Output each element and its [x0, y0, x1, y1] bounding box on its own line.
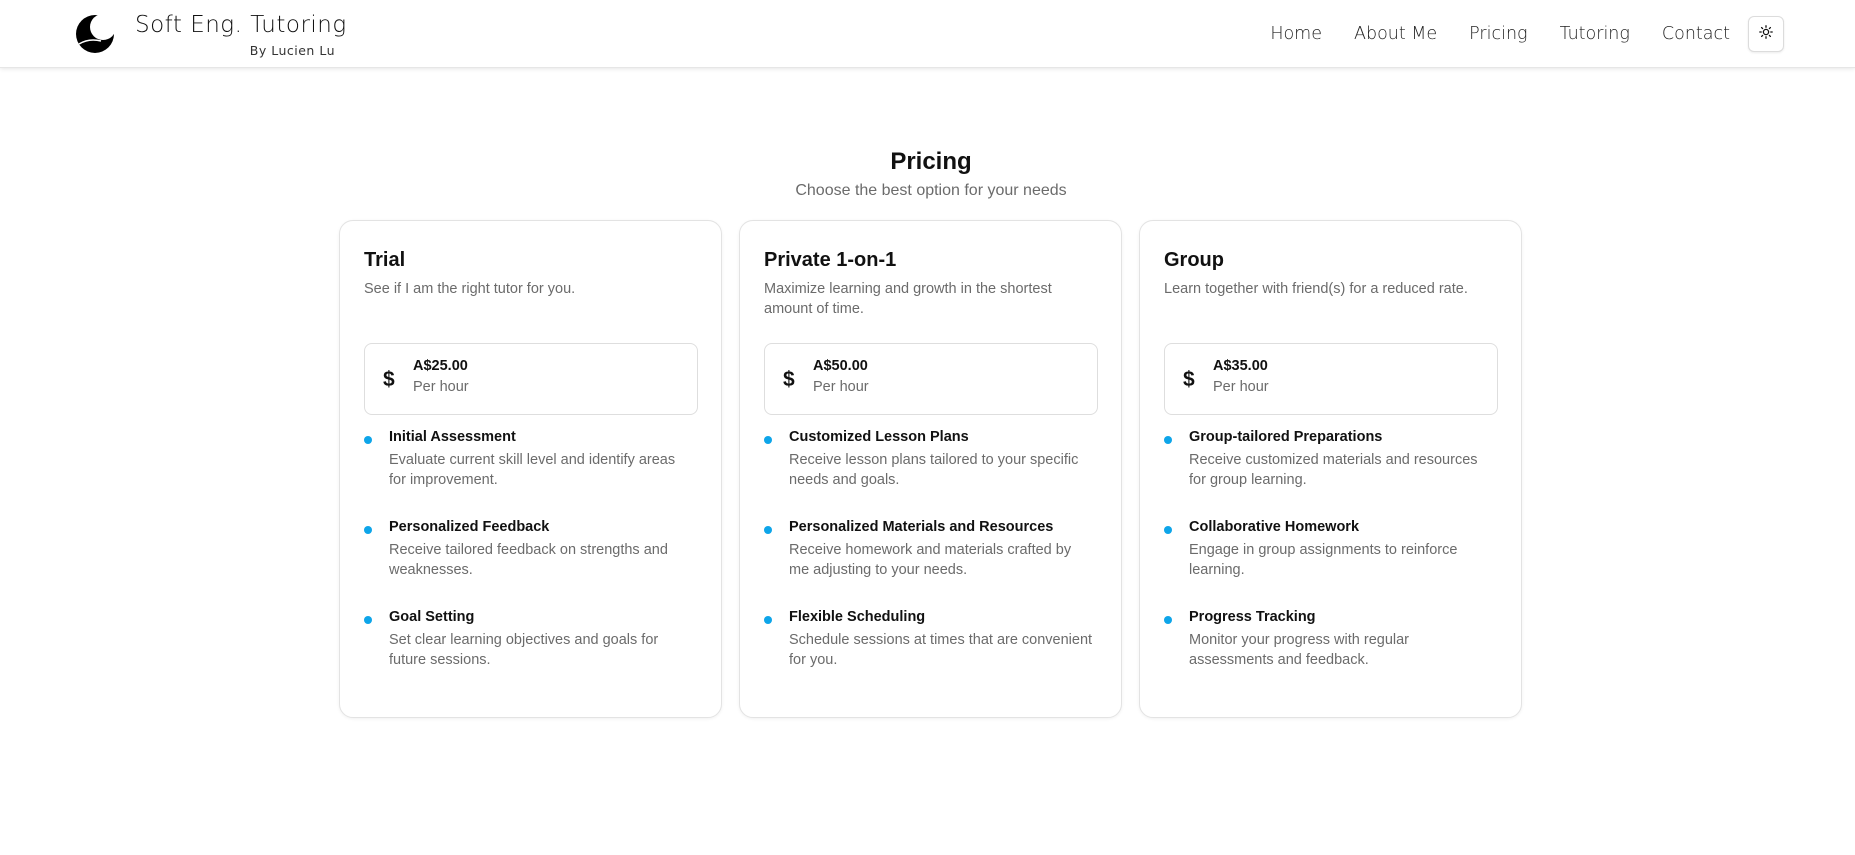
price-amount: A$25.00 [413, 358, 468, 374]
feature-description: Engage in group assignments to reinforce… [1189, 542, 1458, 578]
pricing-subheading: Choose the best option for your needs [795, 182, 1067, 199]
pricing-heading: Pricing [890, 148, 972, 175]
dollar-icon: $ [783, 368, 795, 391]
feature-item: Group-tailored Preparations Receive cust… [1164, 429, 1500, 499]
sun-icon [1759, 24, 1773, 44]
price-amount: A$35.00 [1213, 358, 1268, 374]
feature-title: Personalized Feedback [389, 519, 550, 535]
feature-title: Progress Tracking [1189, 609, 1316, 625]
feature-title: Group-tailored Preparations [1189, 429, 1383, 445]
site-header: Soft Eng. Tutoring By Lucien Lu Home Abo… [0, 0, 1855, 68]
price-box: $ A$25.00 Per hour [364, 343, 698, 415]
plan-name: Group [1164, 249, 1224, 271]
bullet-dot-icon [364, 436, 372, 444]
nav-tutoring-link[interactable]: Tutoring [1544, 24, 1646, 44]
dollar-icon: $ [383, 368, 395, 391]
pricing-card-group: Group Learn together with friend(s) for … [1139, 220, 1522, 718]
crescent-moon-logo-icon [75, 14, 115, 54]
feature-item: Collaborative Homework Engage in group a… [1164, 519, 1500, 589]
feature-title: Collaborative Homework [1189, 519, 1360, 535]
price-box: $ A$35.00 Per hour [1164, 343, 1498, 415]
feature-description: Set clear learning objectives and goals … [389, 632, 659, 668]
bullet-dot-icon [364, 526, 372, 534]
feature-description: Schedule sessions at times that are conv… [789, 632, 1093, 668]
plan-description: Maximize learning and growth in the shor… [764, 281, 1052, 317]
feature-item: Customized Lesson Plans Receive lesson p… [764, 429, 1100, 499]
feature-description: Monitor your progress with regular asses… [1189, 632, 1410, 668]
dollar-icon: $ [1183, 368, 1195, 391]
price-box: $ A$50.00 Per hour [764, 343, 1098, 415]
nav-pricing-link[interactable]: Pricing [1453, 24, 1543, 44]
main-nav: Home About Me Pricing Tutoring Contact [1254, 16, 1784, 52]
feature-description: Receive homework and materials crafted b… [789, 542, 1072, 578]
feature-item: Personalized Feedback Receive tailored f… [364, 519, 700, 589]
nav-about-me-link[interactable]: About Me [1338, 24, 1453, 44]
bullet-dot-icon [1164, 436, 1172, 444]
feature-description: Evaluate current skill level and identif… [389, 452, 676, 488]
feature-description: Receive customized materials and resourc… [1189, 452, 1478, 488]
bullet-dot-icon [1164, 526, 1172, 534]
price-unit: Per hour [413, 379, 469, 395]
feature-title: Personalized Materials and Resources [789, 519, 1054, 535]
price-unit: Per hour [1213, 379, 1269, 395]
price-unit: Per hour [813, 379, 869, 395]
feature-item: Progress Tracking Monitor your progress … [1164, 609, 1500, 679]
feature-title: Goal Setting [389, 609, 475, 625]
theme-toggle-button[interactable] [1748, 16, 1784, 52]
nav-home-link[interactable]: Home [1254, 24, 1338, 44]
brand[interactable]: Soft Eng. Tutoring By Lucien Lu [75, 12, 346, 58]
feature-description: Receive tailored feedback on strengths a… [389, 542, 668, 578]
plan-name: Trial [364, 249, 406, 271]
feature-item: Flexible Scheduling Schedule sessions at… [764, 609, 1100, 679]
feature-description: Receive lesson plans tailored to your sp… [789, 452, 1079, 488]
site-subtitle: By Lucien Lu [249, 43, 335, 58]
pricing-card-private: Private 1-on-1 Maximize learning and gro… [739, 220, 1122, 718]
plan-description: Learn together with friend(s) for a redu… [1164, 281, 1468, 297]
feature-title: Initial Assessment [389, 429, 516, 445]
pricing-card-trial: Trial See if I am the right tutor for yo… [339, 220, 722, 718]
feature-item: Personalized Materials and Resources Rec… [764, 519, 1100, 589]
feature-item: Initial Assessment Evaluate current skil… [364, 429, 700, 499]
feature-item: Goal Setting Set clear learning objectiv… [364, 609, 700, 679]
bullet-dot-icon [364, 616, 372, 624]
bullet-dot-icon [764, 526, 772, 534]
bullet-dot-icon [764, 436, 772, 444]
plan-name: Private 1-on-1 [764, 249, 897, 271]
bullet-dot-icon [1164, 616, 1172, 624]
nav-contact-link[interactable]: Contact [1646, 24, 1746, 44]
plan-description: See if I am the right tutor for you. [364, 281, 576, 297]
bullet-dot-icon [764, 616, 772, 624]
feature-title: Flexible Scheduling [789, 609, 926, 625]
brand-text: Soft Eng. Tutoring By Lucien Lu [135, 12, 346, 58]
site-title: Soft Eng. Tutoring [135, 12, 347, 38]
price-amount: A$50.00 [813, 358, 868, 374]
feature-title: Customized Lesson Plans [789, 429, 969, 445]
